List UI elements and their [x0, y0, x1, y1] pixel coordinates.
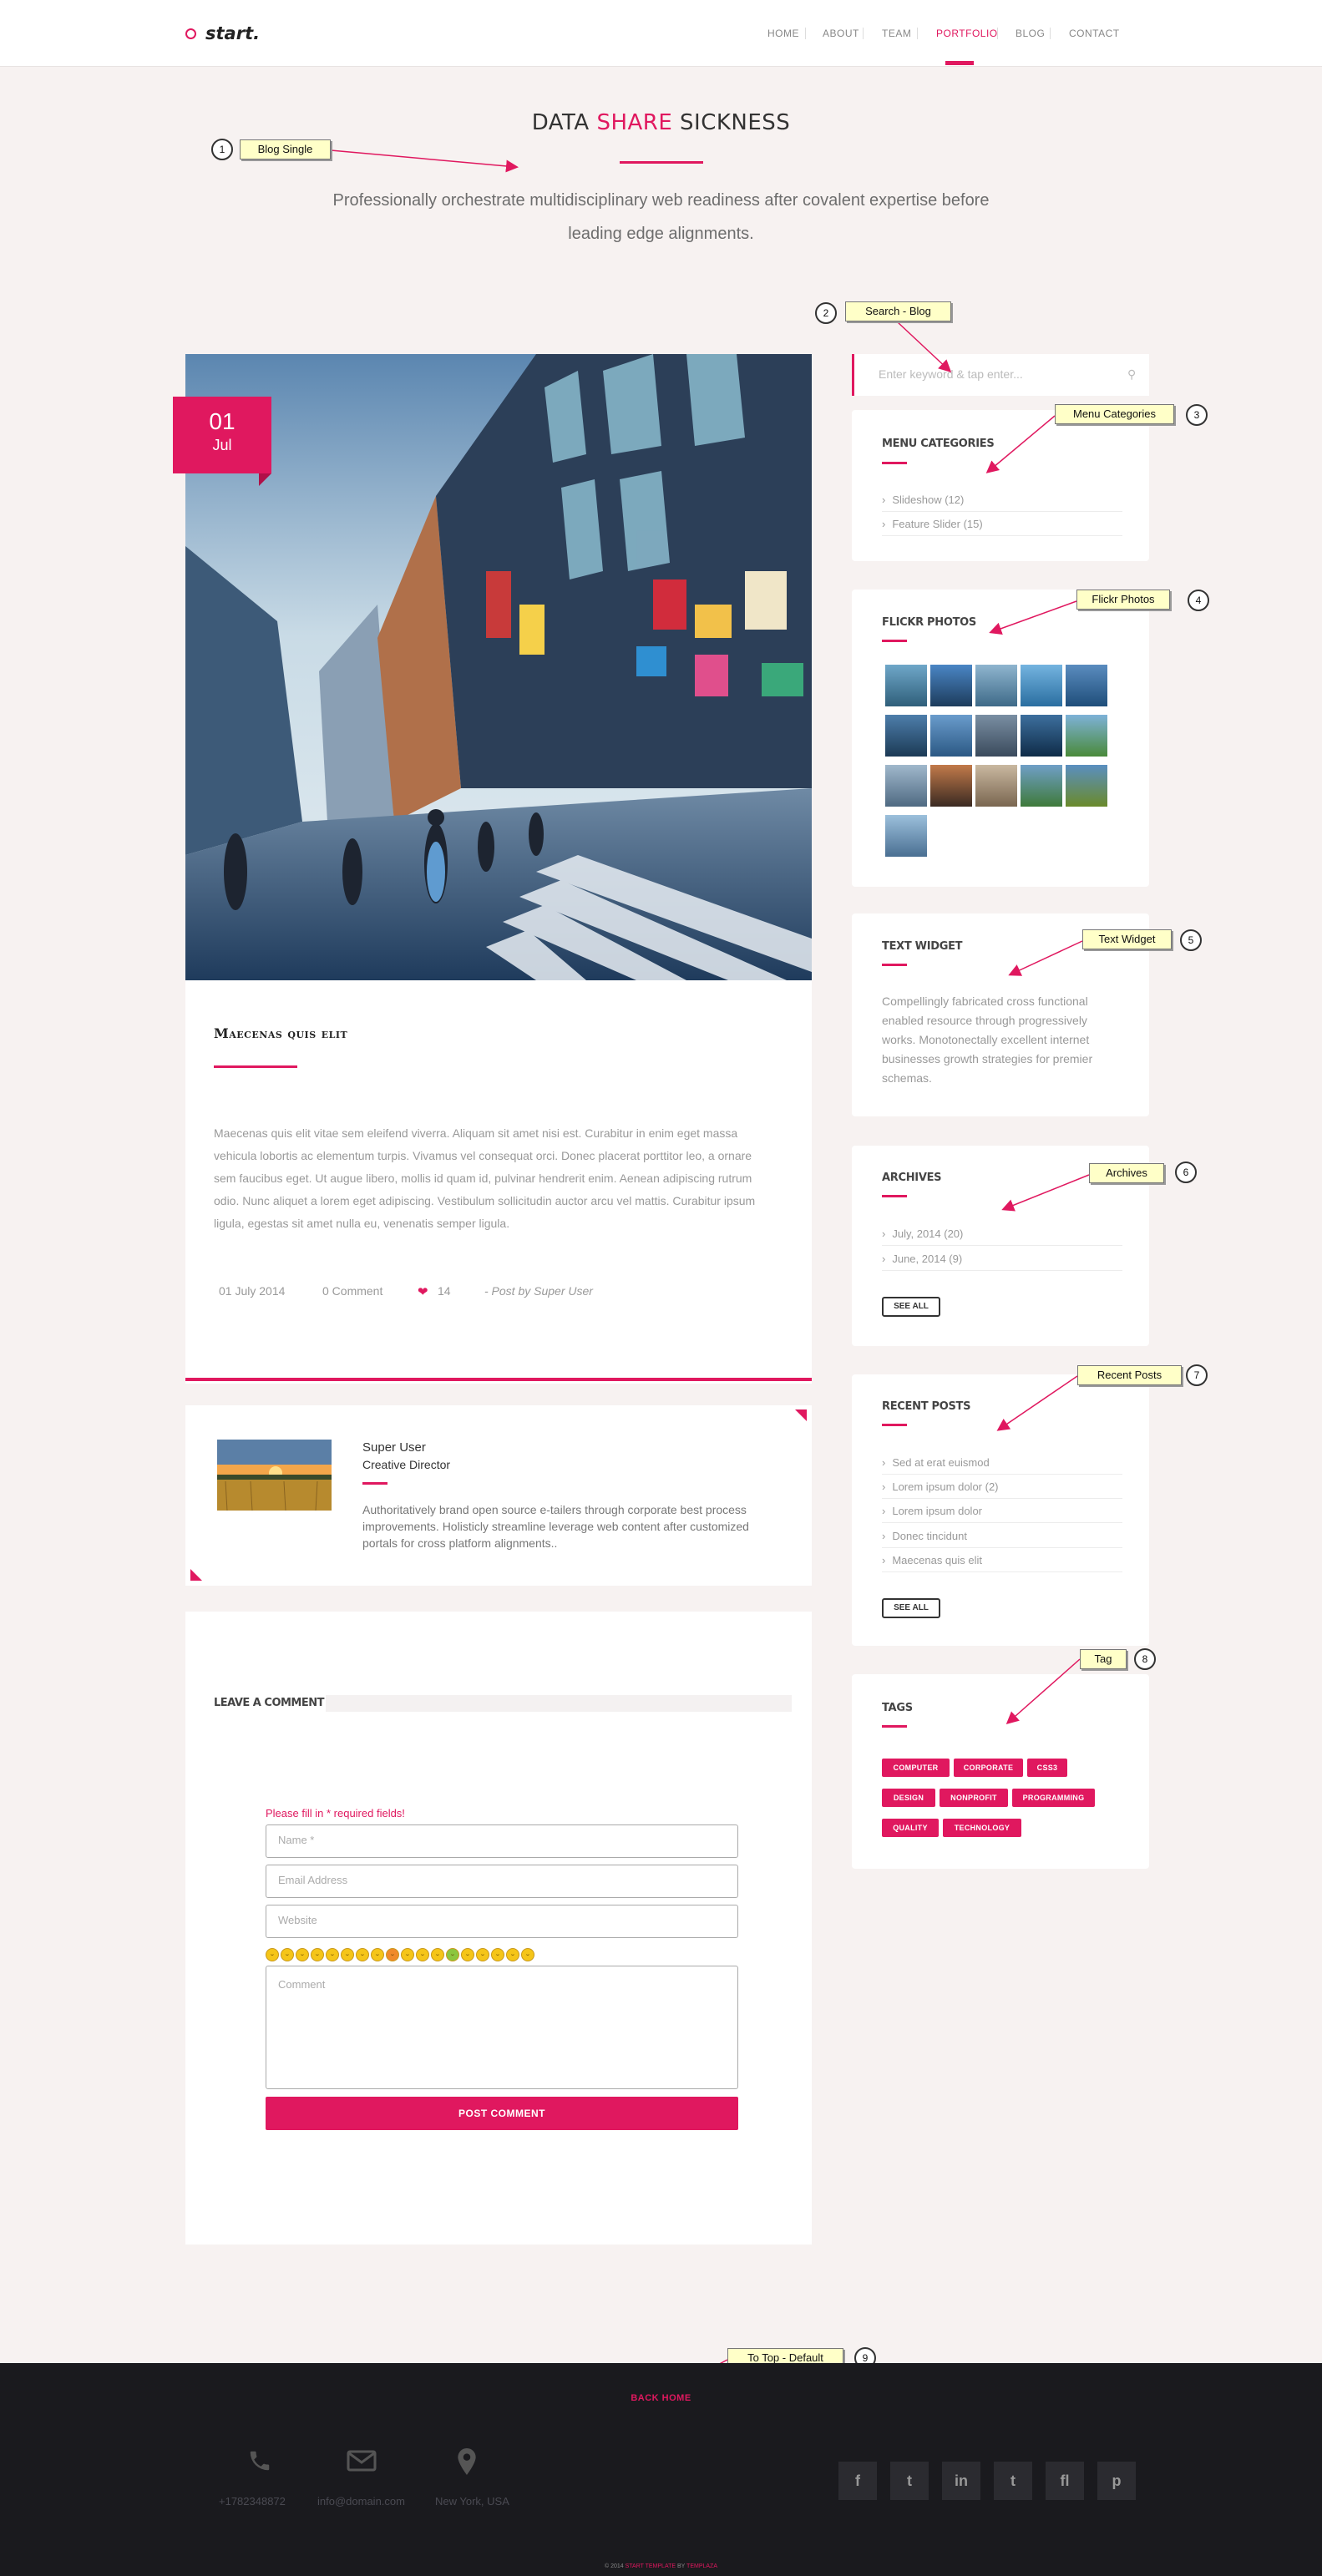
location-pin-icon — [456, 2448, 478, 2481]
linkedin-icon[interactable]: in — [942, 2462, 980, 2500]
annotation-number: 1 — [211, 139, 233, 160]
annotation-label: Menu Categories — [1055, 404, 1174, 424]
facebook-icon[interactable]: f — [838, 2462, 877, 2500]
annotation-label: Search - Blog — [845, 301, 951, 321]
annotation-label: Tag — [1080, 1649, 1127, 1669]
pinterest-icon[interactable]: p — [1097, 2462, 1136, 2500]
tumblr-icon[interactable]: t — [994, 2462, 1032, 2500]
annotation-number: 4 — [1188, 590, 1209, 611]
mail-icon — [347, 2448, 377, 2479]
annotation-label: Text Widget — [1082, 929, 1172, 949]
phone-icon — [247, 2448, 272, 2479]
annotation-number: 7 — [1186, 1364, 1208, 1386]
annotation-label: Archives — [1089, 1163, 1164, 1183]
annotation-number: 6 — [1175, 1161, 1197, 1183]
annotation-number: 3 — [1186, 404, 1208, 426]
twitter-icon[interactable]: t — [890, 2462, 929, 2500]
flickr-icon[interactable]: fl — [1046, 2462, 1084, 2500]
footer-email[interactable]: info@domain.com — [317, 2495, 405, 2508]
annotation-label: Flickr Photos — [1076, 590, 1170, 610]
annotation-label: Recent Posts — [1077, 1365, 1182, 1385]
annotation-arrows — [330, 149, 1090, 2394]
back-home-link[interactable]: BACK HOME — [0, 2393, 1322, 2403]
annotation-number: 2 — [815, 302, 837, 324]
footer-location: New York, USA — [435, 2495, 509, 2508]
copyright: © 2014 START TEMPLATE BY TEMPLAZA — [605, 2563, 717, 2569]
annotation-number: 5 — [1180, 929, 1202, 951]
footer-phone: +1782348872 — [219, 2495, 286, 2508]
annotation-number: 8 — [1134, 1648, 1156, 1670]
annotation-label: Blog Single — [240, 139, 331, 159]
